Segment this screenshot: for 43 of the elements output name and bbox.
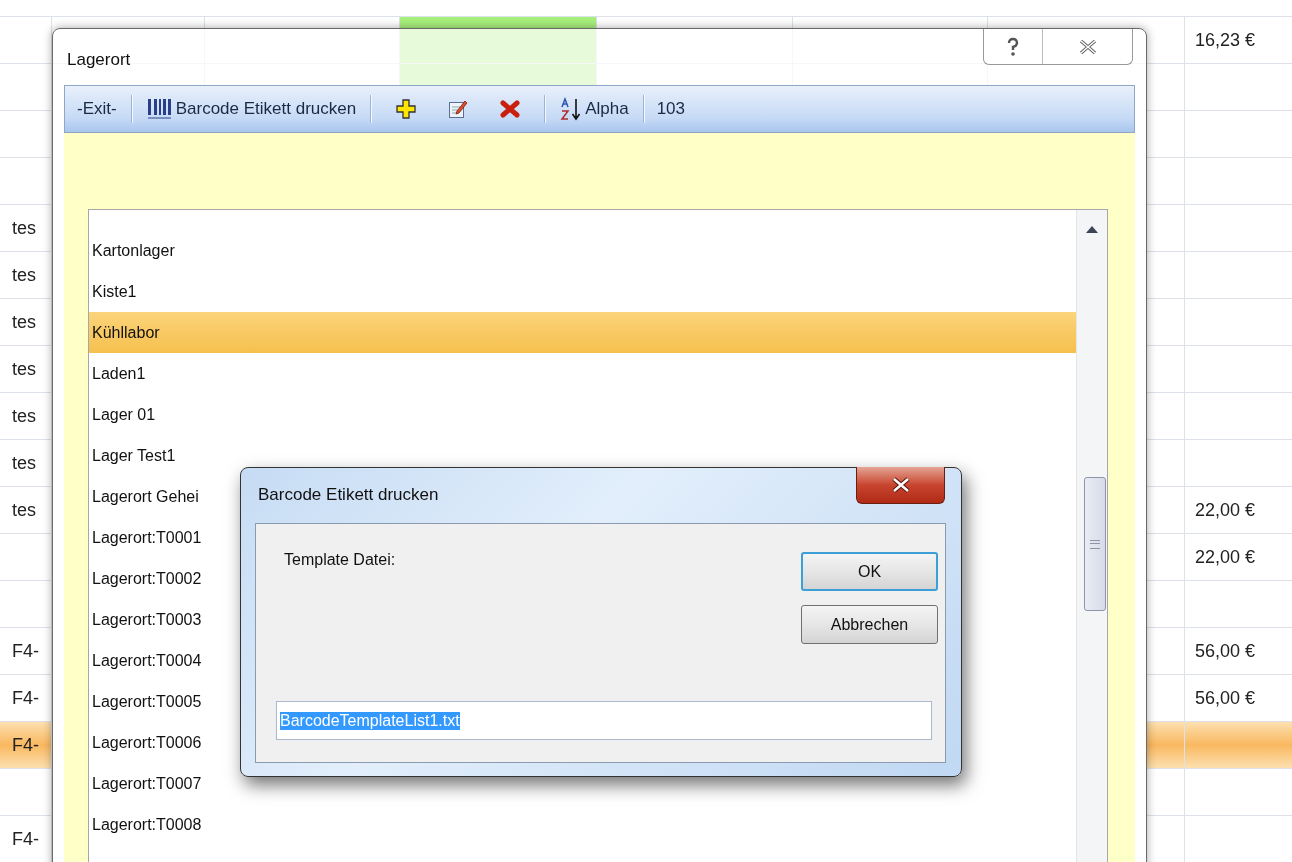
- plus-icon: [396, 99, 417, 119]
- sort-icon: [560, 97, 583, 121]
- print-barcode-button[interactable]: Barcode Etikett drucken: [140, 94, 363, 124]
- table-cell: 16,23 €: [1195, 29, 1256, 51]
- list-item[interactable]: Kühllabor: [89, 312, 1076, 353]
- table-cell: 56,00 €: [1195, 687, 1256, 709]
- close-button[interactable]: [856, 467, 945, 504]
- scroll-thumb[interactable]: [1084, 477, 1106, 611]
- close-icon: [1078, 38, 1097, 55]
- delete-icon: [500, 99, 521, 119]
- ok-button[interactable]: OK: [801, 552, 938, 591]
- table-cell: F4-: [12, 734, 39, 756]
- table-cell: tes: [12, 217, 36, 239]
- scroll-up-icon[interactable]: [1085, 225, 1099, 233]
- list-item[interactable]: Lagerort:T0008: [89, 804, 1076, 845]
- table-cell: F4-: [12, 687, 39, 709]
- table-cell: tes: [12, 358, 36, 380]
- table-cell: 56,00 €: [1195, 640, 1256, 662]
- barcode-icon: [146, 98, 173, 120]
- window-title: Lagerort: [67, 50, 131, 70]
- sort-button[interactable]: Alpha: [554, 93, 635, 125]
- table-cell: tes: [12, 264, 36, 286]
- scrollbar[interactable]: [1076, 210, 1107, 862]
- table-cell: tes: [12, 499, 36, 521]
- list-item[interactable]: Laden1: [89, 353, 1076, 394]
- list-item[interactable]: Kiste1: [89, 271, 1076, 312]
- exit-button[interactable]: -Exit-: [71, 95, 123, 123]
- list-item[interactable]: Kartonlager: [89, 230, 1076, 271]
- dialog-title: Barcode Etikett drucken: [258, 485, 439, 505]
- table-cell: 22,00 €: [1195, 546, 1256, 568]
- table-cell: tes: [12, 452, 36, 474]
- table-cell: F4-: [12, 828, 39, 850]
- table-cell: F4-: [12, 640, 39, 662]
- table-cell: tes: [12, 405, 36, 427]
- help-icon: [1006, 36, 1020, 57]
- table-cell: tes: [12, 311, 36, 333]
- close-icon: [890, 477, 911, 493]
- record-count: 103: [655, 99, 686, 119]
- edit-icon: [448, 99, 469, 119]
- cancel-button[interactable]: Abbrechen: [801, 605, 938, 644]
- field-label: Template Datei:: [284, 551, 396, 570]
- table-cell: 22,00 €: [1195, 499, 1256, 521]
- list-item[interactable]: Lager 01: [89, 394, 1076, 435]
